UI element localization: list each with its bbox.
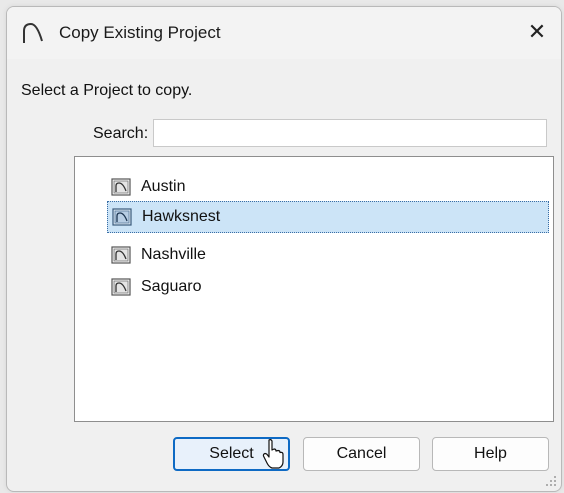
- help-button[interactable]: Help: [432, 437, 549, 471]
- project-label: Saguaro: [141, 278, 202, 295]
- search-label: Search:: [93, 125, 149, 142]
- project-label: Nashville: [141, 246, 206, 263]
- project-icon: [111, 278, 131, 296]
- project-label: Austin: [141, 178, 186, 195]
- close-icon[interactable]: ✕: [517, 13, 557, 51]
- list-item-hawksnest[interactable]: Hawksnest: [107, 201, 549, 233]
- resize-grip-icon[interactable]: [545, 475, 557, 487]
- copy-project-dialog: Copy Existing Project ✕ Select a Project…: [6, 6, 562, 492]
- mouse-pointer-icon: [262, 439, 284, 469]
- title-bar[interactable]: Copy Existing Project ✕: [7, 7, 561, 59]
- project-icon: [111, 178, 131, 196]
- search-input[interactable]: [153, 119, 547, 147]
- project-icon: [112, 208, 132, 226]
- cancel-button[interactable]: Cancel: [303, 437, 420, 471]
- list-item-nashville[interactable]: Nashville: [107, 239, 549, 271]
- list-item-saguaro[interactable]: Saguaro: [107, 271, 549, 303]
- project-icon: [111, 246, 131, 264]
- app-arch-icon: [23, 22, 43, 43]
- project-list[interactable]: Austin Hawksnest Nashville Saguaro: [74, 156, 554, 422]
- prompt-text: Select a Project to copy.: [21, 82, 193, 99]
- window-title: Copy Existing Project: [59, 23, 221, 42]
- list-item-austin[interactable]: Austin: [107, 171, 549, 203]
- project-label: Hawksnest: [142, 208, 221, 225]
